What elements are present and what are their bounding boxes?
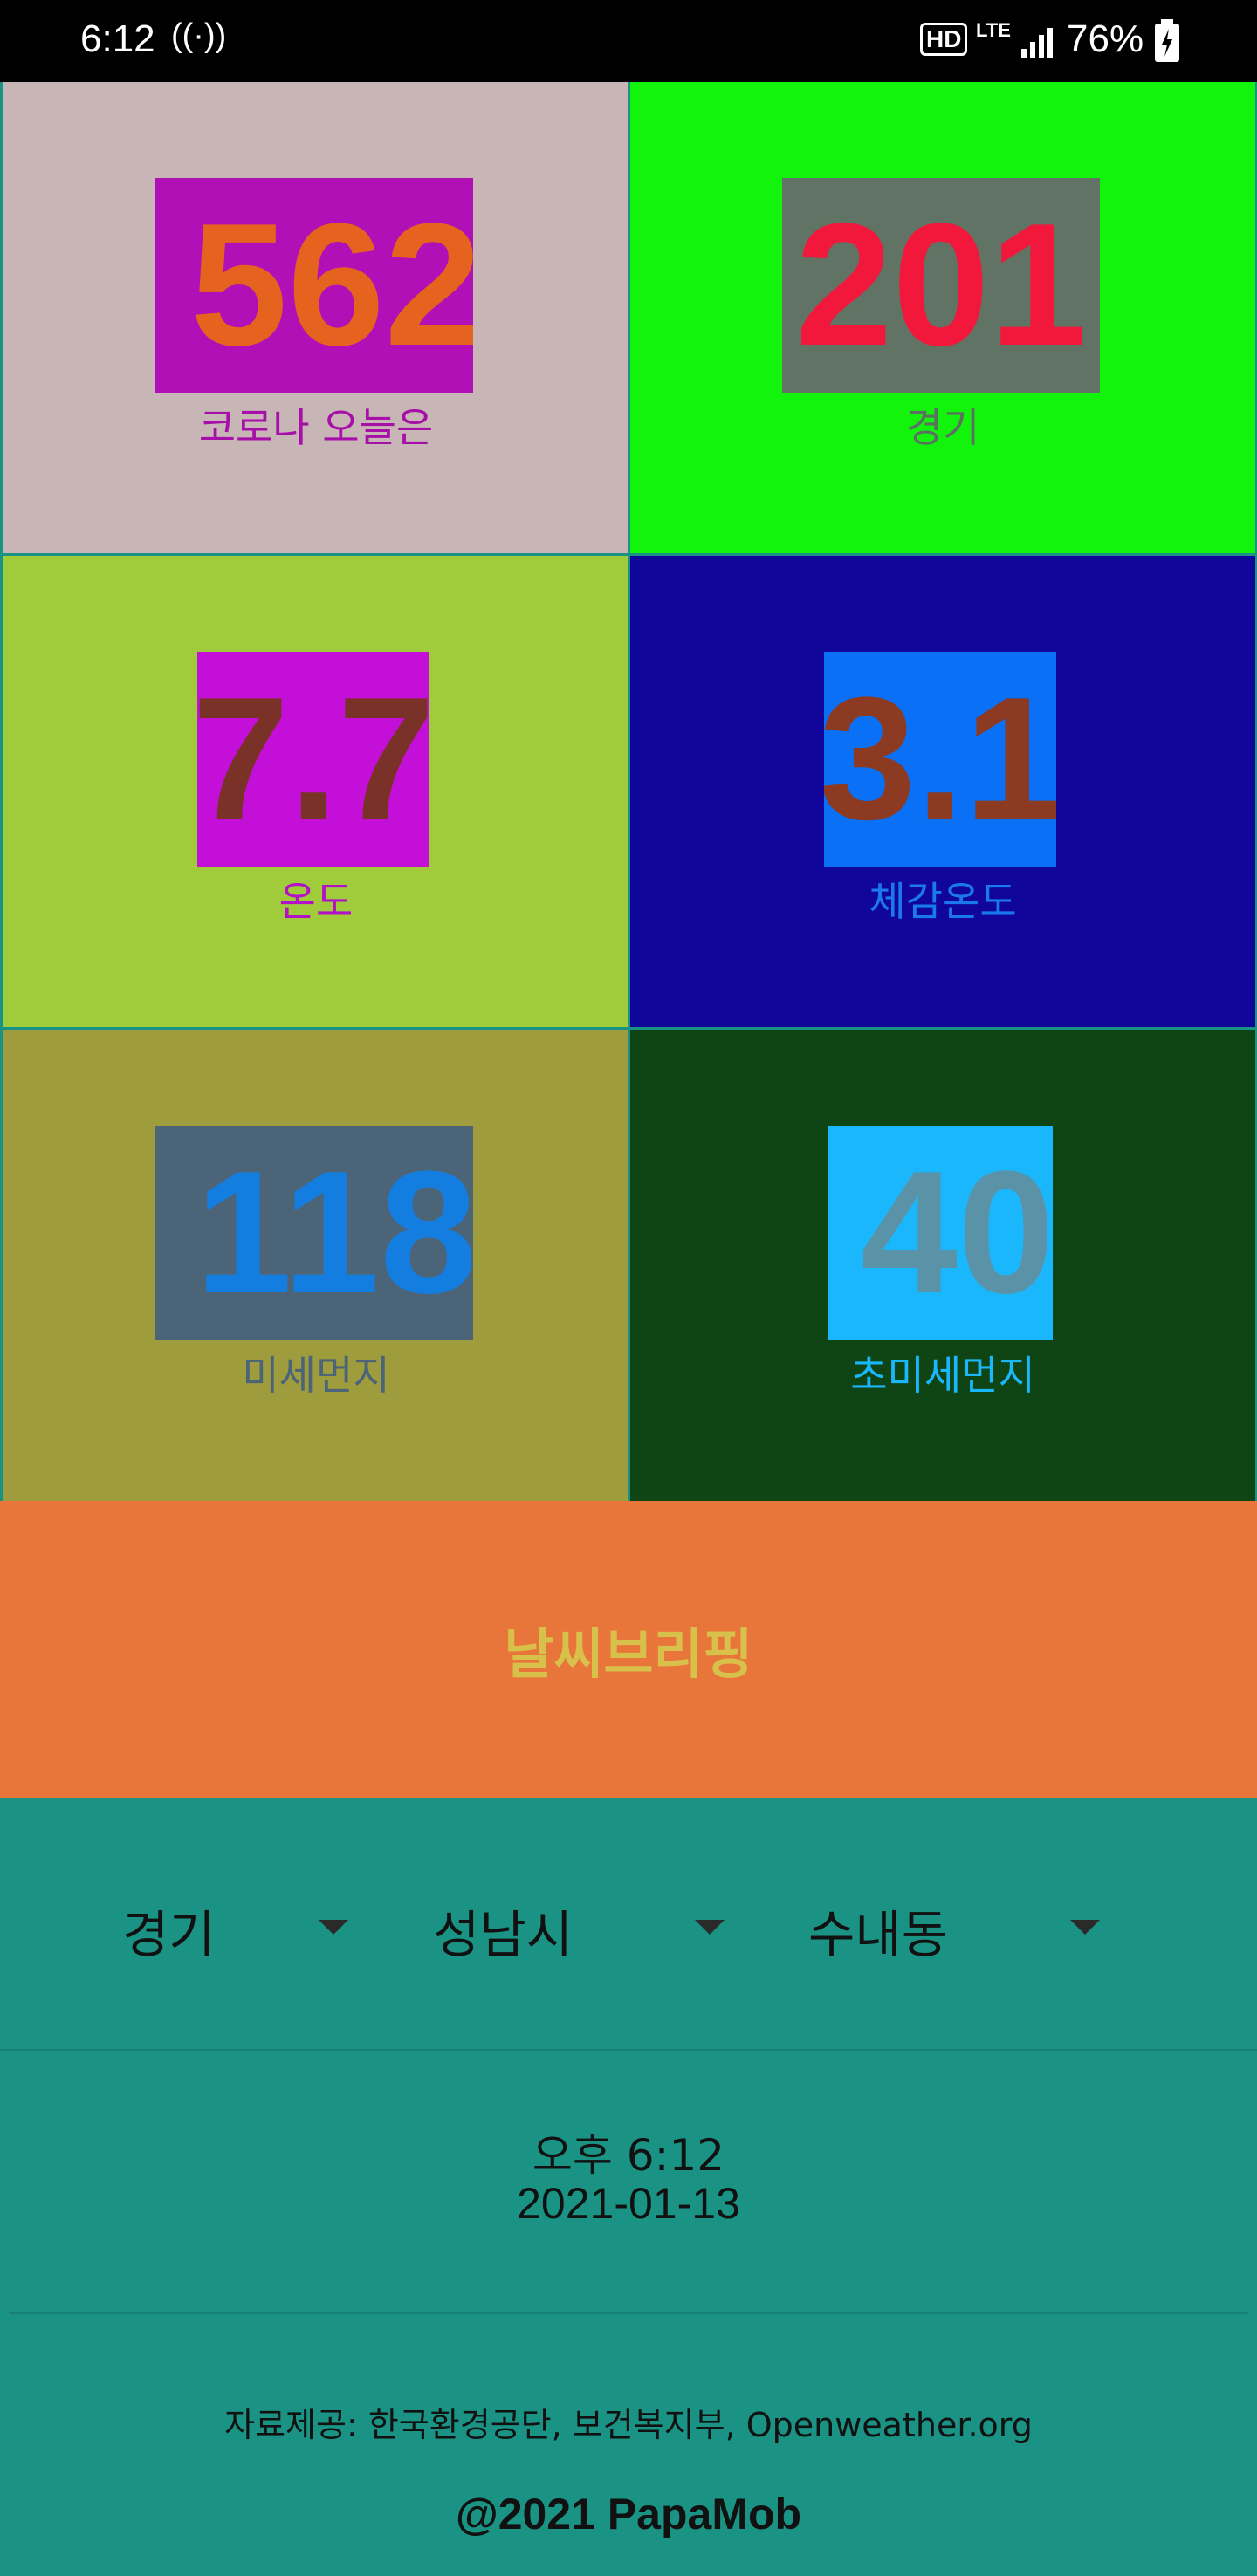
ultrafine-dust-value: 40	[860, 1135, 1053, 1330]
chevron-down-icon[interactable]	[695, 1920, 725, 1935]
ultrafine-dust-label: 초미세먼지	[850, 1352, 1035, 1399]
feels-like-value: 3.1	[824, 661, 1056, 856]
fine-dust-value: 118	[195, 1135, 473, 1330]
tile-ultrafine-dust[interactable]: 40 초미세먼지	[630, 1030, 1255, 1501]
lte-icon: LTE	[976, 19, 1011, 41]
covid-label: 코로나 오늘은	[198, 404, 434, 451]
region-value-box: 201	[782, 178, 1100, 393]
province-select[interactable]: 경기	[122, 1894, 216, 1967]
covid-value: 562	[190, 188, 473, 382]
signal-bars-icon	[1021, 28, 1053, 58]
tile-fine-dust[interactable]: 118 미세먼지	[3, 1030, 628, 1501]
tile-region[interactable]: 201 경기	[630, 82, 1255, 553]
data-source-credit: 자료제공: 한국환경공단, 보건복지부, Openweather.org	[224, 2406, 1033, 2444]
battery-percent: 76%	[1067, 17, 1144, 60]
region-label: 경기	[905, 404, 980, 451]
current-time: 오후 6:12	[532, 2130, 725, 2181]
battery-charging-icon	[1155, 19, 1179, 62]
info-grid: 562 코로나 오늘은 201 경기 7.7 온도 3.1 체감온도 118 미…	[0, 82, 1257, 1501]
divider	[0, 2049, 1257, 2051]
status-time: 6:12	[80, 17, 155, 60]
fine-dust-label: 미세먼지	[242, 1352, 390, 1399]
hd-icon: HD	[920, 23, 968, 56]
temperature-label: 온도	[278, 878, 354, 925]
feels-like-label: 체감온도	[869, 878, 1017, 925]
fine-dust-value-box: 118	[155, 1126, 473, 1340]
wifi-calling-icon: ((·))	[171, 17, 227, 54]
location-selectors: 경기 성남시 수내동	[0, 1798, 1257, 2051]
temperature-value: 7.7	[197, 661, 429, 856]
feels-like-value-box: 3.1	[824, 652, 1056, 867]
chevron-down-icon[interactable]	[319, 1920, 348, 1935]
copyright: @2021 PapaMob	[455, 2490, 802, 2538]
current-date: 2021-01-13	[517, 2179, 740, 2228]
district-select[interactable]: 수내동	[808, 1894, 948, 1967]
ultrafine-dust-value-box: 40	[828, 1126, 1053, 1340]
chevron-down-icon[interactable]	[1070, 1920, 1100, 1935]
weather-briefing-label: 날씨브리핑	[504, 1622, 753, 1686]
tile-covid[interactable]: 562 코로나 오늘은	[3, 82, 628, 553]
city-select[interactable]: 성남시	[433, 1894, 573, 1967]
divider	[9, 2312, 1248, 2314]
tile-temperature[interactable]: 7.7 온도	[3, 556, 628, 1027]
temperature-value-box: 7.7	[197, 652, 429, 867]
weather-briefing-button[interactable]: 날씨브리핑	[0, 1501, 1257, 1798]
tile-feels-like[interactable]: 3.1 체감온도	[630, 556, 1255, 1027]
covid-value-box: 562	[155, 178, 473, 393]
region-value: 201	[795, 188, 1087, 382]
status-bar: 6:12 ((·)) HD LTE 76%	[0, 0, 1257, 82]
